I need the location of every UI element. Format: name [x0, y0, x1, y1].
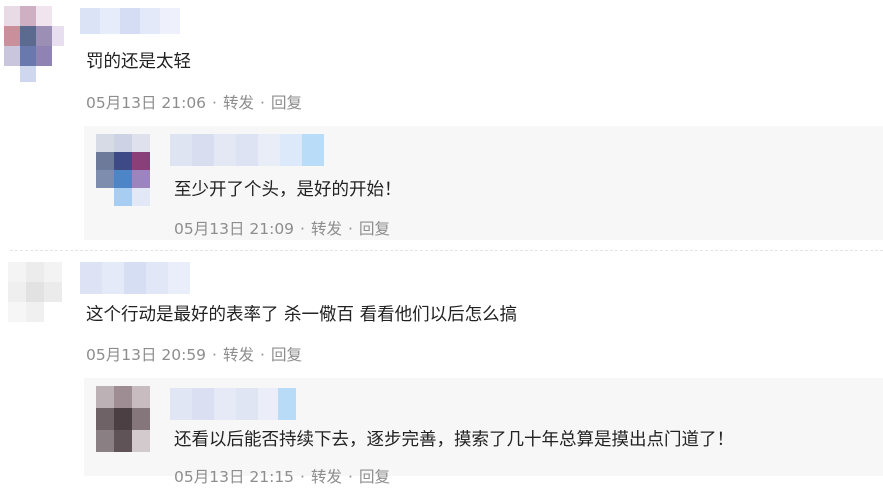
- timestamp: 05月13日 21:09: [174, 220, 295, 238]
- timestamp: 05月13日 21:06: [86, 94, 207, 112]
- username[interactable]: [170, 134, 330, 166]
- username[interactable]: [170, 388, 296, 420]
- comment-meta: 05月13日 20:59 · 转发 · 回复: [86, 344, 302, 366]
- comment-text: 这个行动是最好的表率了 杀一儆百 看看他们以后怎么搞: [86, 305, 518, 325]
- comment-meta: 05月13日 21:06 · 转发 · 回复: [86, 92, 302, 114]
- reply-text: 至少开了个头，是好的开始！: [174, 180, 402, 200]
- avatar[interactable]: [4, 6, 64, 82]
- forward-button[interactable]: 转发: [223, 344, 254, 366]
- forward-button[interactable]: 转发: [223, 92, 254, 114]
- reply-button[interactable]: 回复: [271, 344, 302, 366]
- forward-button[interactable]: 转发: [311, 466, 342, 488]
- separator: ·: [300, 468, 305, 486]
- reply-meta: 05月13日 21:09 · 转发 · 回复: [174, 218, 390, 240]
- separator: ·: [260, 94, 265, 112]
- avatar[interactable]: [8, 262, 64, 322]
- reply-box: 至少开了个头，是好的开始！ 05月13日 21:09 · 转发 · 回复: [84, 126, 883, 240]
- avatar[interactable]: [96, 386, 152, 452]
- separator: ·: [212, 94, 217, 112]
- reply-button[interactable]: 回复: [271, 92, 302, 114]
- reply-button[interactable]: 回复: [359, 466, 390, 488]
- separator: ·: [212, 346, 217, 364]
- username[interactable]: [80, 8, 180, 34]
- timestamp: 05月13日 20:59: [86, 346, 207, 364]
- reply-button[interactable]: 回复: [359, 218, 390, 240]
- reply-box: 还看以后能否持续下去，逐步完善，摸索了几十年总算是摸出点门道了！ 05月13日 …: [84, 378, 883, 486]
- avatar[interactable]: [96, 134, 152, 206]
- separator: ·: [348, 220, 353, 238]
- reply-meta: 05月13日 21:15 · 转发 · 回复: [174, 466, 390, 488]
- username[interactable]: [80, 262, 190, 294]
- timestamp: 05月13日 21:15: [174, 468, 295, 486]
- separator: ·: [300, 220, 305, 238]
- separator: ·: [348, 468, 353, 486]
- divider: [10, 250, 883, 251]
- comment-text: 罚的还是太轻: [86, 52, 191, 72]
- reply-text: 还看以后能否持续下去，逐步完善，摸索了几十年总算是摸出点门道了！: [174, 430, 734, 450]
- separator: ·: [260, 346, 265, 364]
- forward-button[interactable]: 转发: [311, 218, 342, 240]
